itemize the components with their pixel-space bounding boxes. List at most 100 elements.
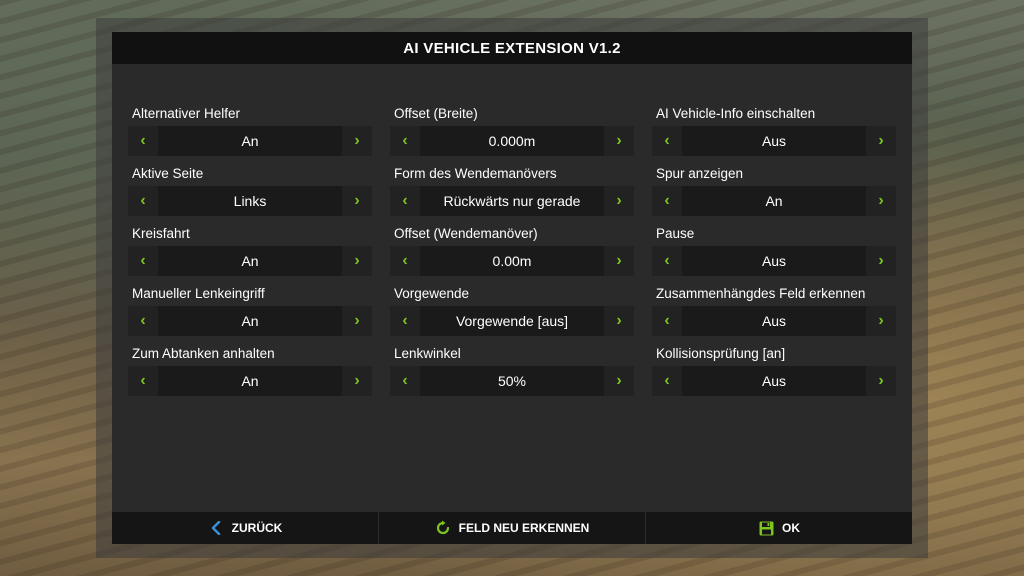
option-selector: ‹ Aus › (652, 246, 896, 276)
setting-alternative-helper: Alternativer Helfer ‹ An › (128, 104, 372, 164)
option-selector: ‹ Aus › (652, 366, 896, 396)
option-value: An (158, 366, 342, 396)
option-value: Rückwärts nur gerade (420, 186, 604, 216)
option-selector: ‹ 0.00m › (390, 246, 634, 276)
setting-label: Zusammenhängdes Feld erkennen (656, 286, 866, 301)
arrow-left-icon[interactable]: ‹ (128, 186, 158, 216)
arrow-right-icon[interactable]: › (604, 246, 634, 276)
option-value: An (158, 126, 342, 156)
option-selector: ‹ An › (652, 186, 896, 216)
arrow-right-icon[interactable]: › (604, 306, 634, 336)
arrow-right-icon[interactable]: › (342, 366, 372, 396)
option-selector: ‹ Rückwärts nur gerade › (390, 186, 634, 216)
option-value: An (158, 246, 342, 276)
setting-collision-check: Kollisionsprüfung [an] ‹ Aus › (652, 344, 896, 404)
setting-steering-angle: Lenkwinkel ‹ 50% › (390, 344, 634, 404)
arrow-right-icon[interactable]: › (604, 126, 634, 156)
setting-pause: Pause ‹ Aus › (652, 224, 896, 284)
option-selector: ‹ Links › (128, 186, 372, 216)
option-selector: ‹ 50% › (390, 366, 634, 396)
option-value: 0.00m (420, 246, 604, 276)
option-value: An (158, 306, 342, 336)
setting-label: Aktive Seite (132, 166, 204, 181)
setting-label: Zum Abtanken anhalten (132, 346, 275, 361)
arrow-right-icon[interactable]: › (342, 246, 372, 276)
option-value: Aus (682, 246, 866, 276)
option-value: 0.000m (420, 126, 604, 156)
arrow-left-icon[interactable]: ‹ (652, 306, 682, 336)
setting-label: AI Vehicle-Info einschalten (656, 106, 816, 121)
dialog-title: AI VEHICLE EXTENSION V1.2 (403, 39, 621, 57)
setting-label: Lenkwinkel (394, 346, 461, 361)
setting-detect-connected-field: Zusammenhängdes Feld erkennen ‹ Aus › (652, 284, 896, 344)
settings-grid: Alternativer Helfer ‹ An › Offset (Breit… (128, 104, 896, 404)
back-button-label: ZURÜCK (231, 521, 283, 535)
redetect-field-label: FELD NEU ERKENNEN (458, 521, 590, 535)
setting-circle-drive: Kreisfahrt ‹ An › (128, 224, 372, 284)
dialog-footer: ZURÜCK FELD NEU ERKENNEN OK (112, 512, 912, 544)
arrow-right-icon[interactable]: › (342, 306, 372, 336)
setting-label: Offset (Breite) (394, 106, 478, 121)
setting-label: Spur anzeigen (656, 166, 744, 181)
arrow-right-icon[interactable]: › (866, 366, 896, 396)
arrow-left-icon[interactable]: ‹ (390, 366, 420, 396)
redetect-field-button[interactable]: FELD NEU ERKENNEN (379, 512, 646, 544)
arrow-left-icon[interactable]: ‹ (390, 246, 420, 276)
setting-label: Kollisionsprüfung [an] (656, 346, 786, 361)
setting-active-side: Aktive Seite ‹ Links › (128, 164, 372, 224)
option-selector: ‹ Aus › (652, 126, 896, 156)
option-value: An (682, 186, 866, 216)
setting-label: Form des Wendemanövers (394, 166, 557, 181)
setting-label: Pause (656, 226, 695, 241)
option-selector: ‹ An › (128, 306, 372, 336)
option-selector: ‹ Aus › (652, 306, 896, 336)
arrow-right-icon[interactable]: › (604, 186, 634, 216)
game-background: AI VEHICLE EXTENSION V1.2 Alternativer H… (0, 0, 1024, 576)
option-selector: ‹ An › (128, 126, 372, 156)
back-button[interactable]: ZURÜCK (112, 512, 379, 544)
arrow-left-icon[interactable]: ‹ (128, 366, 158, 396)
setting-show-track: Spur anzeigen ‹ An › (652, 164, 896, 224)
settings-dialog: AI VEHICLE EXTENSION V1.2 Alternativer H… (112, 32, 912, 544)
setting-label: Vorgewende (394, 286, 470, 301)
arrow-right-icon[interactable]: › (342, 126, 372, 156)
setting-vehicle-info: AI Vehicle-Info einschalten ‹ Aus › (652, 104, 896, 164)
setting-turn-maneuver-shape: Form des Wendemanövers ‹ Rückwärts nur g… (390, 164, 634, 224)
arrow-right-icon[interactable]: › (604, 366, 634, 396)
arrow-left-icon[interactable]: ‹ (390, 186, 420, 216)
setting-label: Alternativer Helfer (132, 106, 241, 121)
setting-headland: Vorgewende ‹ Vorgewende [aus] › (390, 284, 634, 344)
option-selector: ‹ Vorgewende [aus] › (390, 306, 634, 336)
setting-stop-to-unload: Zum Abtanken anhalten ‹ An › (128, 344, 372, 404)
chevron-left-icon (208, 520, 224, 536)
option-value: Links (158, 186, 342, 216)
arrow-left-icon[interactable]: ‹ (128, 306, 158, 336)
option-value: Aus (682, 306, 866, 336)
arrow-left-icon[interactable]: ‹ (128, 126, 158, 156)
dialog-title-bar: AI VEHICLE EXTENSION V1.2 (112, 32, 912, 64)
arrow-left-icon[interactable]: ‹ (390, 306, 420, 336)
setting-label: Offset (Wendemanöver) (394, 226, 538, 241)
ok-button[interactable]: OK (646, 512, 912, 544)
arrow-right-icon[interactable]: › (866, 186, 896, 216)
option-value: Aus (682, 126, 866, 156)
option-value: Aus (682, 366, 866, 396)
arrow-left-icon[interactable]: ‹ (652, 246, 682, 276)
ok-button-label: OK (782, 521, 800, 535)
arrow-left-icon[interactable]: ‹ (390, 126, 420, 156)
arrow-left-icon[interactable]: ‹ (128, 246, 158, 276)
setting-manual-steering: Manueller Lenkeingriff ‹ An › (128, 284, 372, 344)
setting-offset-turn-maneuver: Offset (Wendemanöver) ‹ 0.00m › (390, 224, 634, 284)
option-selector: ‹ An › (128, 366, 372, 396)
arrow-right-icon[interactable]: › (866, 306, 896, 336)
setting-label: Manueller Lenkeingriff (132, 286, 265, 301)
refresh-icon (435, 520, 451, 536)
arrow-left-icon[interactable]: ‹ (652, 366, 682, 396)
arrow-left-icon[interactable]: ‹ (652, 126, 682, 156)
setting-offset-width: Offset (Breite) ‹ 0.000m › (390, 104, 634, 164)
option-selector: ‹ An › (128, 246, 372, 276)
arrow-right-icon[interactable]: › (342, 186, 372, 216)
arrow-left-icon[interactable]: ‹ (652, 186, 682, 216)
arrow-right-icon[interactable]: › (866, 246, 896, 276)
arrow-right-icon[interactable]: › (866, 126, 896, 156)
